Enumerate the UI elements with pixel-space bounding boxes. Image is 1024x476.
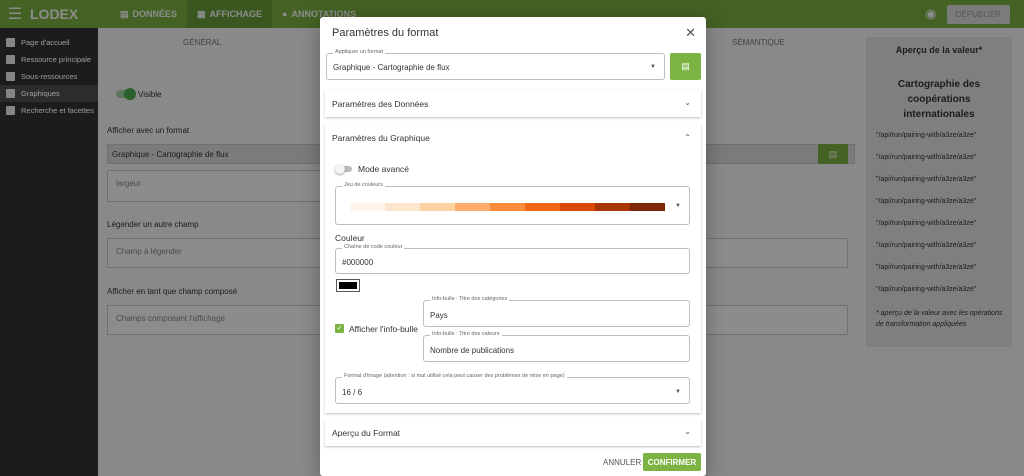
caret-down-icon: ▼ — [675, 389, 681, 395]
chevron-down-icon: ⌄ — [684, 427, 691, 436]
close-icon[interactable]: ✕ — [685, 25, 696, 41]
tooltip-checkbox[interactable]: ✓ — [335, 324, 344, 333]
dialog-title: Paramètres du format — [332, 27, 439, 39]
settings-icon: ▤ — [681, 61, 690, 71]
color-swatch — [385, 203, 420, 211]
color-swatch — [350, 203, 385, 211]
data-params-section[interactable]: Paramètres des Données ⌄ — [325, 90, 701, 117]
format-preview-section[interactable]: Aperçu du Format ⌄ — [325, 419, 701, 446]
advanced-mode-switch[interactable] — [335, 164, 352, 174]
confirm-button[interactable]: CONFIRMER — [643, 453, 701, 471]
cancel-button[interactable]: ANNULER — [603, 458, 641, 467]
image-format-select[interactable]: Format d'image (attention : si mal utili… — [335, 373, 690, 404]
color-swatch — [525, 203, 560, 211]
graph-params-section: Paramètres du Graphique ⌃ Mode avancé Je… — [325, 124, 701, 413]
color-swatch — [595, 203, 630, 211]
caret-down-icon: ▼ — [675, 203, 681, 209]
caret-down-icon: ▼ — [650, 64, 656, 70]
chevron-down-icon: ⌄ — [684, 98, 691, 107]
color-code-input[interactable]: Chaîne de code couleur #000000 — [335, 244, 690, 274]
color-swatch — [560, 203, 595, 211]
color-picker-swatch[interactable] — [336, 279, 360, 292]
color-scheme-select[interactable]: Jeu de couleurs ▼ — [335, 182, 690, 225]
apply-format-select[interactable]: Appliquer un format Graphique - Cartogra… — [326, 49, 665, 80]
advanced-mode-label: Mode avancé — [358, 164, 410, 174]
tooltip-category-input[interactable]: Info-bulle : Titre des catégories Pays — [423, 296, 690, 327]
format-settings-button[interactable]: ▤ — [670, 53, 701, 80]
color-scheme-swatches — [350, 203, 665, 211]
color-heading: Couleur — [335, 233, 365, 243]
color-swatch — [490, 203, 525, 211]
tooltip-value-input[interactable]: Info-bulle : Titre des valeurs Nombre de… — [423, 331, 690, 362]
format-settings-dialog: Paramètres du format ✕ Appliquer un form… — [320, 17, 706, 476]
color-swatch — [630, 203, 665, 211]
graph-params-header[interactable]: Paramètres du Graphique — [332, 133, 430, 143]
tooltip-checkbox-label: Afficher l'info-bulle — [349, 324, 419, 334]
chevron-up-icon[interactable]: ⌃ — [684, 133, 691, 142]
sidebar-backdrop[interactable] — [0, 28, 98, 476]
color-swatch — [455, 203, 490, 211]
color-swatch — [420, 203, 455, 211]
